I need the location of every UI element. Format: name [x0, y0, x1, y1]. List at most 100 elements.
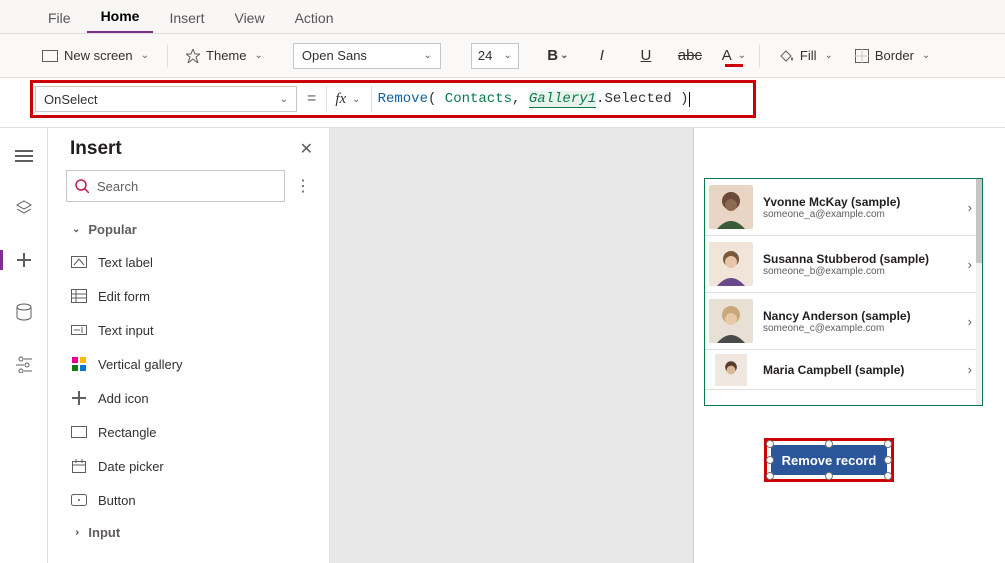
rectangle-icon — [70, 423, 88, 441]
canvas[interactable]: Yvonne McKay (sample) someone_a@example.… — [330, 128, 1005, 563]
insert-vertical-gallery[interactable]: Vertical gallery — [48, 347, 329, 381]
remove-button-highlight: Remove record — [764, 438, 894, 482]
chevron-right-icon[interactable]: › — [968, 200, 972, 215]
gallery-control[interactable]: Yvonne McKay (sample) someone_a@example.… — [704, 178, 983, 406]
border-icon — [855, 49, 869, 63]
resize-handle[interactable] — [825, 440, 833, 448]
resize-handle[interactable] — [825, 472, 833, 480]
insert-date-picker[interactable]: Date picker — [48, 449, 329, 483]
chevron-down-icon: ⌄ — [738, 50, 746, 61]
layers-tool[interactable] — [10, 194, 38, 222]
tab-file[interactable]: File — [34, 2, 85, 33]
tree-view-tool[interactable] — [10, 142, 38, 170]
avatar — [709, 185, 753, 229]
gallery-row[interactable]: Nancy Anderson (sample) someone_c@exampl… — [705, 293, 982, 350]
insert-text-label[interactable]: Text label — [48, 245, 329, 279]
contact-name: Nancy Anderson (sample) — [763, 309, 958, 323]
resize-handle[interactable] — [766, 456, 774, 464]
border-button[interactable]: Border ⌄ — [847, 44, 938, 67]
fill-label: Fill — [800, 48, 817, 63]
search-icon — [75, 179, 89, 193]
fill-icon — [778, 49, 794, 63]
font-color-button[interactable]: A⌄ — [719, 43, 749, 69]
formula-bar: OnSelect ⌄ = fx ⌄ Remove( Contacts, Gall… — [35, 85, 751, 113]
contact-name: Yvonne McKay (sample) — [763, 195, 958, 209]
more-button[interactable]: ⋮ — [293, 176, 313, 196]
plus-icon — [70, 389, 88, 407]
avatar — [709, 242, 753, 286]
avatar — [709, 299, 753, 343]
screen-icon — [42, 50, 58, 62]
resize-handle[interactable] — [766, 472, 774, 480]
bold-button[interactable]: B⌄ — [543, 43, 573, 69]
contact-email: someone_c@example.com — [763, 323, 958, 334]
insert-edit-form[interactable]: Edit form — [48, 279, 329, 313]
contact-name: Susanna Stubberod (sample) — [763, 252, 958, 266]
form-icon — [70, 287, 88, 305]
gallery-row[interactable]: Yvonne McKay (sample) someone_a@example.… — [705, 179, 982, 236]
resize-handle[interactable] — [884, 456, 892, 464]
separator — [167, 44, 168, 68]
scrollbar[interactable] — [976, 179, 982, 405]
scrollbar-thumb[interactable] — [976, 179, 982, 263]
strike-button[interactable]: abc — [675, 43, 705, 69]
remove-record-button[interactable]: Remove record — [771, 445, 887, 475]
data-tool[interactable] — [10, 298, 38, 326]
fx-button[interactable]: fx ⌄ — [326, 86, 371, 112]
italic-button[interactable]: I — [587, 43, 617, 69]
chevron-down-icon: ⌄ — [72, 224, 80, 235]
gallery-row[interactable]: Maria Campbell (sample) › — [705, 350, 982, 390]
formula-input[interactable]: Remove( Contacts, Gallery1.Selected ) — [372, 86, 751, 112]
property-select[interactable]: OnSelect ⌄ — [35, 86, 297, 112]
property-name: OnSelect — [44, 92, 97, 107]
chevron-right-icon[interactable]: › — [968, 257, 972, 272]
insert-tool[interactable] — [10, 246, 38, 274]
tab-home[interactable]: Home — [87, 0, 154, 33]
font-size-select[interactable]: 24 ⌄ — [471, 43, 519, 69]
formula-arg1: Contacts — [445, 91, 512, 107]
insert-button[interactable]: Button — [48, 483, 329, 517]
gallery-info: Susanna Stubberod (sample) someone_b@exa… — [763, 252, 958, 277]
remove-button-label: Remove record — [782, 453, 877, 468]
chevron-right-icon: ⌄ — [71, 528, 82, 536]
left-rail — [0, 128, 48, 563]
font-select[interactable]: Open Sans ⌄ — [293, 43, 441, 69]
tab-insert[interactable]: Insert — [155, 2, 218, 33]
fx-icon: fx — [335, 91, 346, 108]
chevron-right-icon[interactable]: › — [968, 362, 972, 377]
chevron-down-icon: ⌄ — [825, 50, 833, 61]
search-input[interactable]: Search — [66, 170, 285, 202]
insert-rectangle[interactable]: Rectangle — [48, 415, 329, 449]
tab-view[interactable]: View — [220, 2, 278, 33]
resize-handle[interactable] — [884, 472, 892, 480]
divider — [0, 118, 1005, 128]
chevron-down-icon: ⌄ — [560, 50, 568, 61]
chevron-right-icon[interactable]: › — [968, 314, 972, 329]
gallery-info: Maria Campbell (sample) — [763, 363, 958, 377]
button-icon — [70, 491, 88, 509]
theme-icon — [186, 49, 200, 63]
font-name: Open Sans — [302, 48, 367, 63]
chevron-down-icon: ⌄ — [280, 94, 288, 105]
search-placeholder: Search — [97, 179, 138, 194]
resize-handle[interactable] — [884, 440, 892, 448]
tab-action[interactable]: Action — [281, 2, 348, 33]
resize-handle[interactable] — [766, 440, 774, 448]
fill-button[interactable]: Fill ⌄ — [770, 44, 841, 67]
new-screen-label: New screen — [64, 48, 133, 63]
section-label: Input — [88, 525, 120, 540]
section-popular[interactable]: ⌄ Popular — [48, 214, 329, 245]
theme-button[interactable]: Theme ⌄ — [178, 44, 271, 67]
close-icon[interactable]: ✕ — [300, 139, 313, 159]
canvas-screen: Yvonne McKay (sample) someone_a@example.… — [693, 128, 1005, 563]
insert-add-icon[interactable]: Add icon — [48, 381, 329, 415]
gallery-row[interactable]: Susanna Stubberod (sample) someone_b@exa… — [705, 236, 982, 293]
new-screen-button[interactable]: New screen ⌄ — [34, 44, 157, 67]
ribbon: New screen ⌄ Theme ⌄ Open Sans ⌄ 24 ⌄ B⌄… — [0, 34, 1005, 78]
section-input[interactable]: ⌄ Input — [48, 517, 329, 548]
contact-name: Maria Campbell (sample) — [763, 363, 958, 377]
chevron-down-icon: ⌄ — [922, 50, 930, 61]
settings-tool[interactable] — [10, 350, 38, 378]
insert-text-input[interactable]: Text input — [48, 313, 329, 347]
underline-button[interactable]: U — [631, 43, 661, 69]
